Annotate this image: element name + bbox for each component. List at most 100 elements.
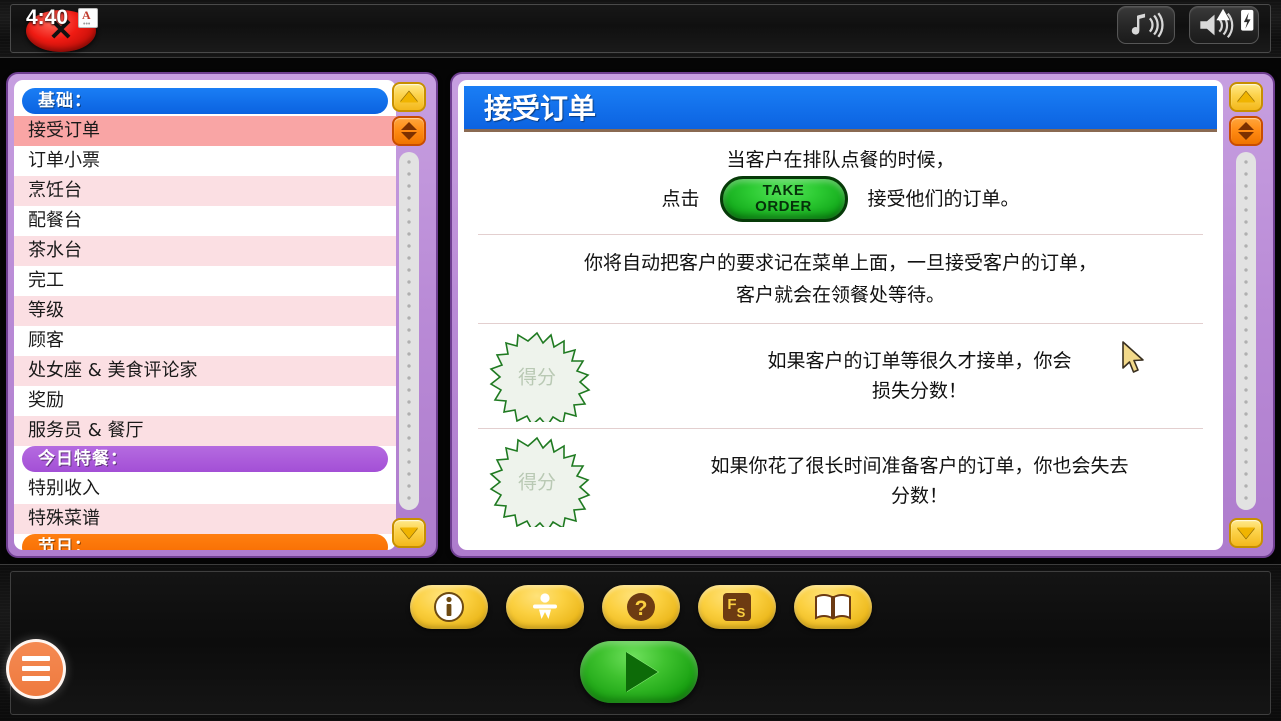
content-scroll-up-button[interactable]	[1229, 82, 1263, 112]
hamburger-bar-3	[22, 676, 50, 681]
chevron-up-icon	[1237, 91, 1255, 103]
content-scroll-thumb[interactable]	[1229, 116, 1263, 146]
sidebar-item-label: 顾客	[28, 330, 64, 351]
sidebar-item-label: 接受订单	[28, 120, 100, 141]
selected-row-arrow-icon	[361, 120, 380, 142]
system-icons	[1117, 6, 1259, 44]
hamburger-icon	[22, 656, 50, 661]
take-order-label: TAKE ORDER	[723, 183, 845, 215]
score-badge-1: 得分	[472, 330, 602, 422]
fs-button[interactable]: F S	[697, 585, 776, 629]
book-button[interactable]	[793, 585, 872, 629]
take-order-line1: TAKE	[762, 182, 805, 199]
content-section-intro: 当客户在排队点餐的时候， 点击 TAKE ORDER 接受他们的订单。	[472, 132, 1209, 234]
content-body: 当客户在排队点餐的时候， 点击 TAKE ORDER 接受他们的订单。 你将自动…	[458, 132, 1223, 533]
intro-line-1: 当客户在排队点餐的时候，	[726, 149, 955, 171]
content-title: 接受订单	[464, 86, 1217, 132]
content-scroll-track[interactable]	[1236, 152, 1256, 510]
menu-button[interactable]	[6, 639, 66, 699]
svg-text:F: F	[727, 596, 736, 613]
sidebar-item-label: 烹饪台	[28, 180, 82, 201]
score-badge-2: 得分	[472, 435, 602, 527]
sidebar-item[interactable]: 顾客	[14, 326, 396, 356]
toolbar: ? F S	[0, 585, 1281, 629]
input-method-dots: •••	[83, 20, 91, 28]
sidebar-item-label: 特别收入	[28, 478, 100, 499]
game-screen: ✕ 4:40 A ••• 基础： 接受订单 订单小票 烹饪台 配餐台 茶水台 完…	[0, 0, 1281, 721]
status-bar: ✕ 4:40 A •••	[0, 0, 1281, 58]
menu-line-2: 客户就会在领餐处等待。	[735, 284, 945, 306]
bottom-bar: ? F S	[0, 564, 1281, 721]
prep-penalty-line-1: 如果你花了很长时间准备客户的订单，你也会失去	[710, 455, 1129, 477]
sidebar-item[interactable]: 等级	[14, 296, 396, 326]
sidebar-item-label: 完工	[28, 270, 64, 291]
list-header: 基础：	[22, 88, 388, 114]
sidebar-item[interactable]: 茶水台	[14, 236, 396, 266]
input-method-icon[interactable]: A •••	[78, 8, 98, 28]
intro-pre-text: 点击	[661, 188, 700, 210]
content-section-menu: 你将自动把客户的要求记在菜单上面，一旦接受客户的订单， 客户就会在领餐处等待。	[472, 235, 1209, 323]
sidebar-item[interactable]: 奖励	[14, 386, 396, 416]
wait-penalty-line-2: 损失分数！	[871, 380, 967, 402]
sidebar-item-label: 服务员 & 餐厅	[28, 420, 144, 441]
content-section-wait-penalty: 得分 如果客户的订单等很久才接单，你会 损失分数！	[472, 324, 1209, 428]
sidebar-item-label: 茶水台	[28, 240, 82, 261]
sidebar-item[interactable]: 配餐台	[14, 206, 396, 236]
intro-line-2: 点击 TAKE ORDER 接受他们的订单。	[472, 176, 1209, 222]
scroll-thumb[interactable]	[392, 116, 426, 146]
thumb-up-icon	[401, 122, 417, 130]
sidebar-item[interactable]: 完工	[14, 266, 396, 296]
music-volume-button[interactable]	[1117, 6, 1175, 44]
list-header: 节日：	[22, 534, 388, 550]
book-icon	[814, 594, 851, 620]
sidebar-item[interactable]: 特别收入	[14, 474, 396, 504]
sidebar-item[interactable]: 烹饪台	[14, 176, 396, 206]
scroll-track-dots	[1236, 156, 1256, 506]
topic-list-panel: 基础： 接受订单订单小票烹饪台配餐台茶水台完工等级顾客处女座 & 美食评论家奖励服…	[6, 72, 438, 558]
take-order-button[interactable]: TAKE ORDER	[719, 176, 848, 222]
chevron-down-icon	[1237, 527, 1255, 539]
person-button[interactable]	[505, 585, 584, 629]
scroll-track[interactable]	[399, 152, 419, 510]
score-badge-2-label: 得分	[517, 471, 556, 494]
sidebar-item-label: 配餐台	[28, 210, 82, 231]
chevron-down-icon	[400, 527, 418, 539]
sidebar-item[interactable]: 服务员 & 餐厅	[14, 416, 396, 446]
content-panel: 接受订单 当客户在排队点餐的时候， 点击 TAKE ORDER 接受他们的订单。	[450, 72, 1275, 558]
thumb-up-icon	[1238, 122, 1254, 130]
content-section-prep-penalty: 得分 如果你花了很长时间准备客户的订单，你也会失去 分数！	[472, 429, 1209, 533]
help-button[interactable]: ?	[601, 585, 680, 629]
thumb-down-icon	[401, 132, 417, 140]
svg-text:?: ?	[634, 597, 647, 620]
sidebar-item-label: 奖励	[28, 390, 64, 411]
scroll-down-button[interactable]	[392, 518, 426, 548]
sidebar-item[interactable]: 订单小票	[14, 146, 396, 176]
wait-penalty-text: 如果客户的订单等很久才接单，你会 损失分数！	[630, 346, 1209, 406]
info-button[interactable]	[409, 585, 488, 629]
sidebar-item-label: 等级	[28, 300, 64, 321]
svg-text:S: S	[736, 605, 745, 620]
sidebar-item[interactable]: 处女座 & 美食评论家	[14, 356, 396, 386]
topic-list[interactable]: 基础： 接受订单订单小票烹饪台配餐台茶水台完工等级顾客处女座 & 美食评论家奖励服…	[14, 80, 396, 550]
intro-post-text: 接受他们的订单。	[867, 188, 1020, 210]
scroll-up-button[interactable]	[392, 82, 426, 112]
left-scrollbar[interactable]	[392, 82, 428, 548]
prep-penalty-line-2: 分数！	[890, 485, 948, 507]
music-volume-icon	[1131, 12, 1164, 38]
chevron-up-icon	[400, 91, 418, 103]
sidebar-item[interactable]: 特殊菜谱	[14, 504, 396, 534]
content-scroll-down-button[interactable]	[1229, 518, 1263, 548]
play-button[interactable]	[580, 641, 698, 703]
topic-list-surface: 基础： 接受订单订单小票烹饪台配餐台茶水台完工等级顾客处女座 & 美食评论家奖励服…	[14, 80, 396, 550]
status-bar-inner	[10, 4, 1271, 53]
list-header: 今日特餐：	[22, 446, 388, 472]
sidebar-item[interactable]: 接受订单	[14, 116, 396, 146]
thumb-down-icon	[1238, 132, 1254, 140]
play-icon	[626, 652, 658, 692]
menu-line-1: 你将自动把客户的要求记在菜单上面，一旦接受客户的订单，	[583, 252, 1097, 274]
speaker-wifi-battery-button[interactable]	[1189, 6, 1259, 44]
person-icon	[532, 593, 557, 619]
right-scrollbar[interactable]	[1229, 82, 1265, 548]
wait-penalty-line-1: 如果客户的订单等很久才接单，你会	[767, 350, 1072, 372]
score-badge-1-label: 得分	[517, 366, 556, 389]
